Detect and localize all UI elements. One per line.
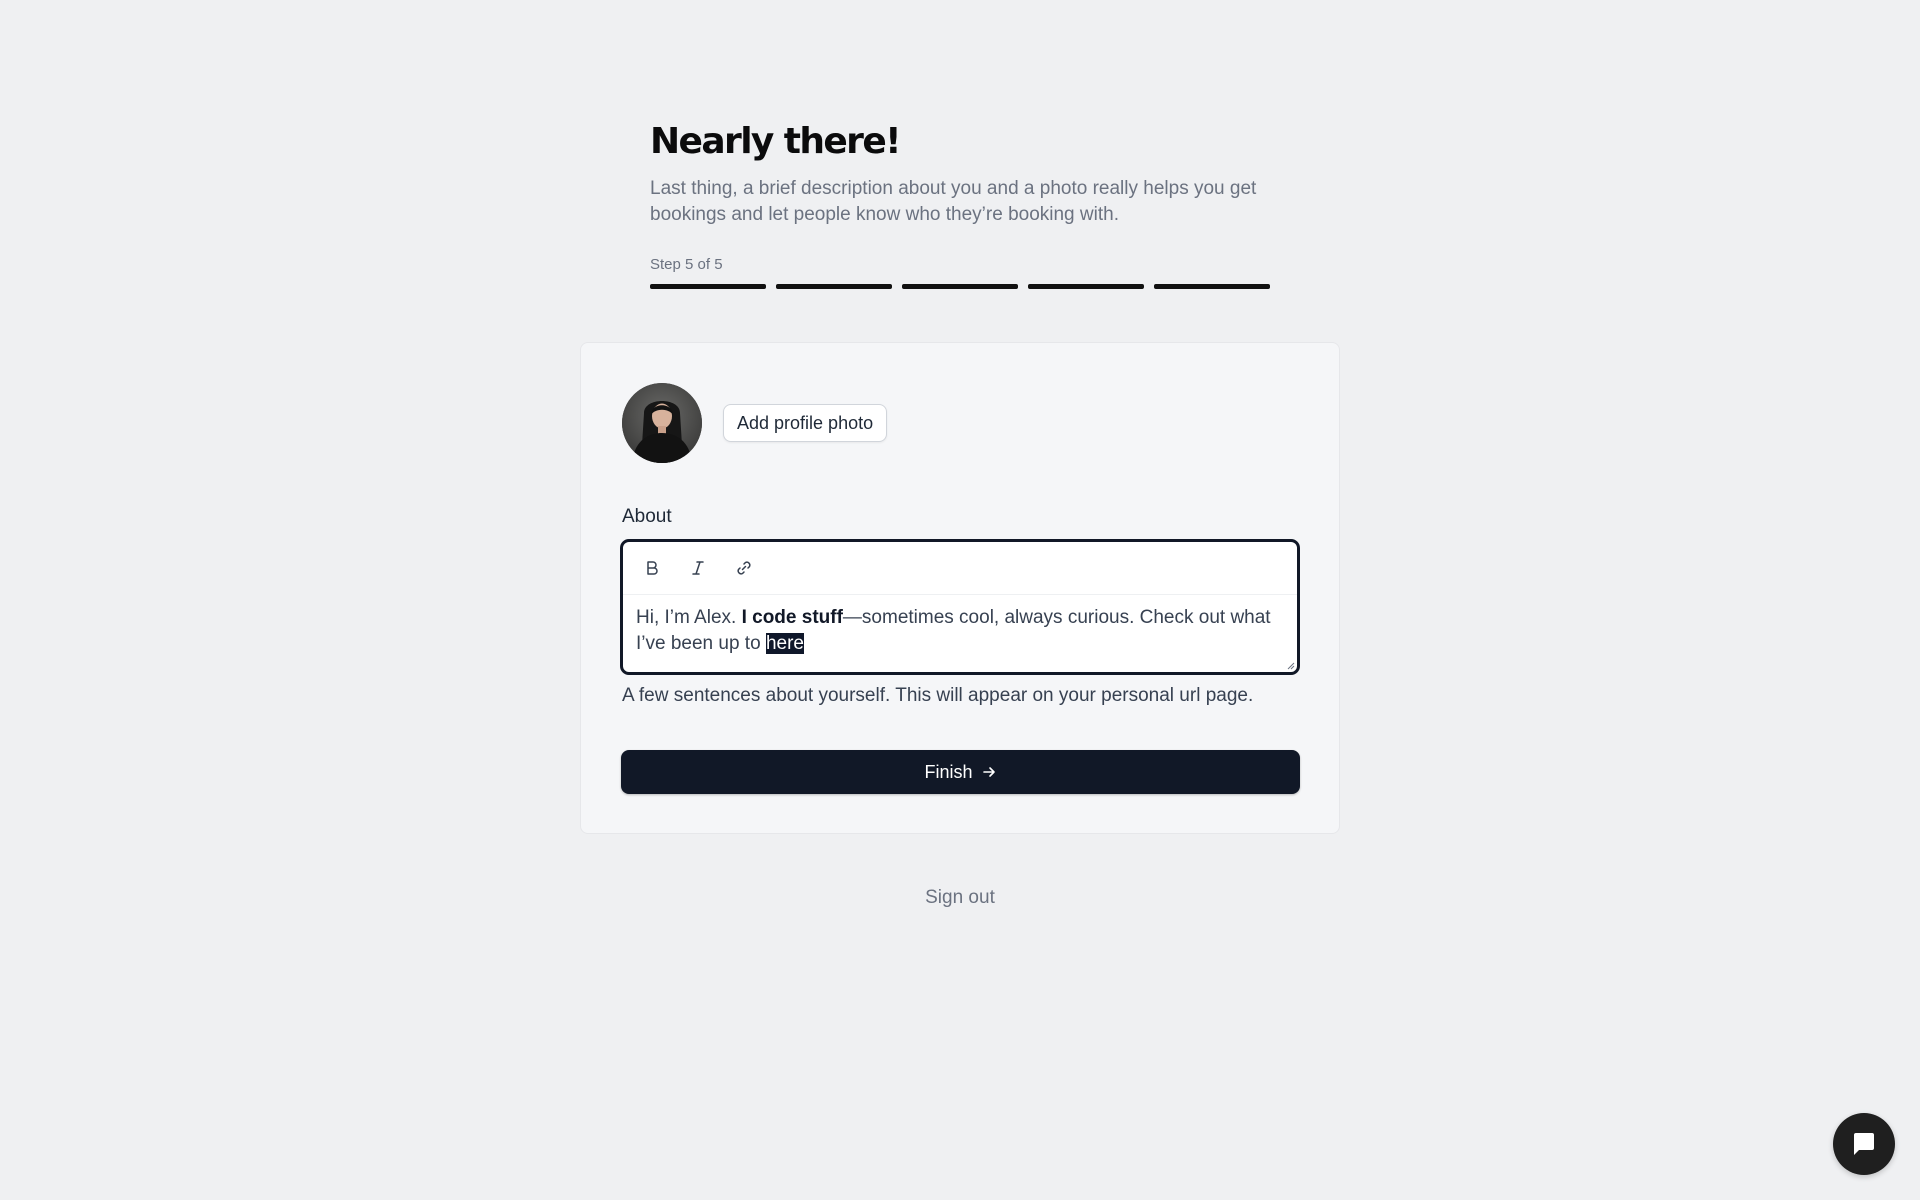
- step-bar-2: [776, 284, 892, 289]
- onboarding-header: Nearly there! Last thing, a brief descri…: [650, 118, 1270, 289]
- about-helper-text: A few sentences about yourself. This wil…: [622, 685, 1254, 706]
- bold-button[interactable]: [635, 551, 669, 585]
- about-text-bold: I code stuff: [741, 607, 843, 628]
- about-label: About: [622, 506, 672, 527]
- editor-toolbar: [623, 542, 1297, 595]
- avatar: [622, 383, 702, 463]
- about-text[interactable]: Hi, I’m Alex. I code stuff—sometimes coo…: [623, 595, 1297, 657]
- link-icon: [737, 561, 751, 575]
- step-bar-4: [1028, 284, 1144, 289]
- step-bar-1: [650, 284, 766, 289]
- onboarding-page: Nearly there! Last thing, a brief descri…: [0, 0, 1920, 1200]
- photo-row: Add profile photo: [622, 383, 888, 463]
- about-text-plain: Hi, I’m Alex.: [636, 607, 742, 628]
- bold-icon: [647, 561, 658, 575]
- add-profile-photo-button[interactable]: Add profile photo: [723, 404, 888, 442]
- page-title: Nearly there!: [650, 121, 902, 162]
- step-bar-3: [902, 284, 1018, 289]
- link-button[interactable]: [727, 551, 761, 585]
- profile-card: Add profile photo About Hi, I’m Alex. I …: [580, 342, 1340, 834]
- italic-button[interactable]: [681, 551, 715, 585]
- step-bar-5: [1154, 284, 1270, 289]
- step-progress: [650, 284, 1270, 289]
- step-label: Step 5 of 5: [650, 256, 723, 273]
- finish-label: Finish: [924, 761, 973, 782]
- finish-button[interactable]: Finish: [621, 750, 1300, 794]
- arrow-right-icon: [981, 764, 997, 780]
- about-editor[interactable]: Hi, I’m Alex. I code stuff—sometimes coo…: [620, 539, 1300, 675]
- avatar-image: [622, 383, 702, 463]
- resize-handle-icon[interactable]: [1285, 660, 1295, 670]
- sign-out-link[interactable]: Sign out: [860, 887, 1060, 909]
- italic-icon: [692, 561, 704, 575]
- chat-button[interactable]: [1833, 1113, 1895, 1175]
- chat-bubble-icon: [1854, 1133, 1874, 1155]
- selected-text[interactable]: here: [765, 633, 804, 654]
- page-subtitle: Last thing, a brief description about yo…: [650, 178, 1257, 225]
